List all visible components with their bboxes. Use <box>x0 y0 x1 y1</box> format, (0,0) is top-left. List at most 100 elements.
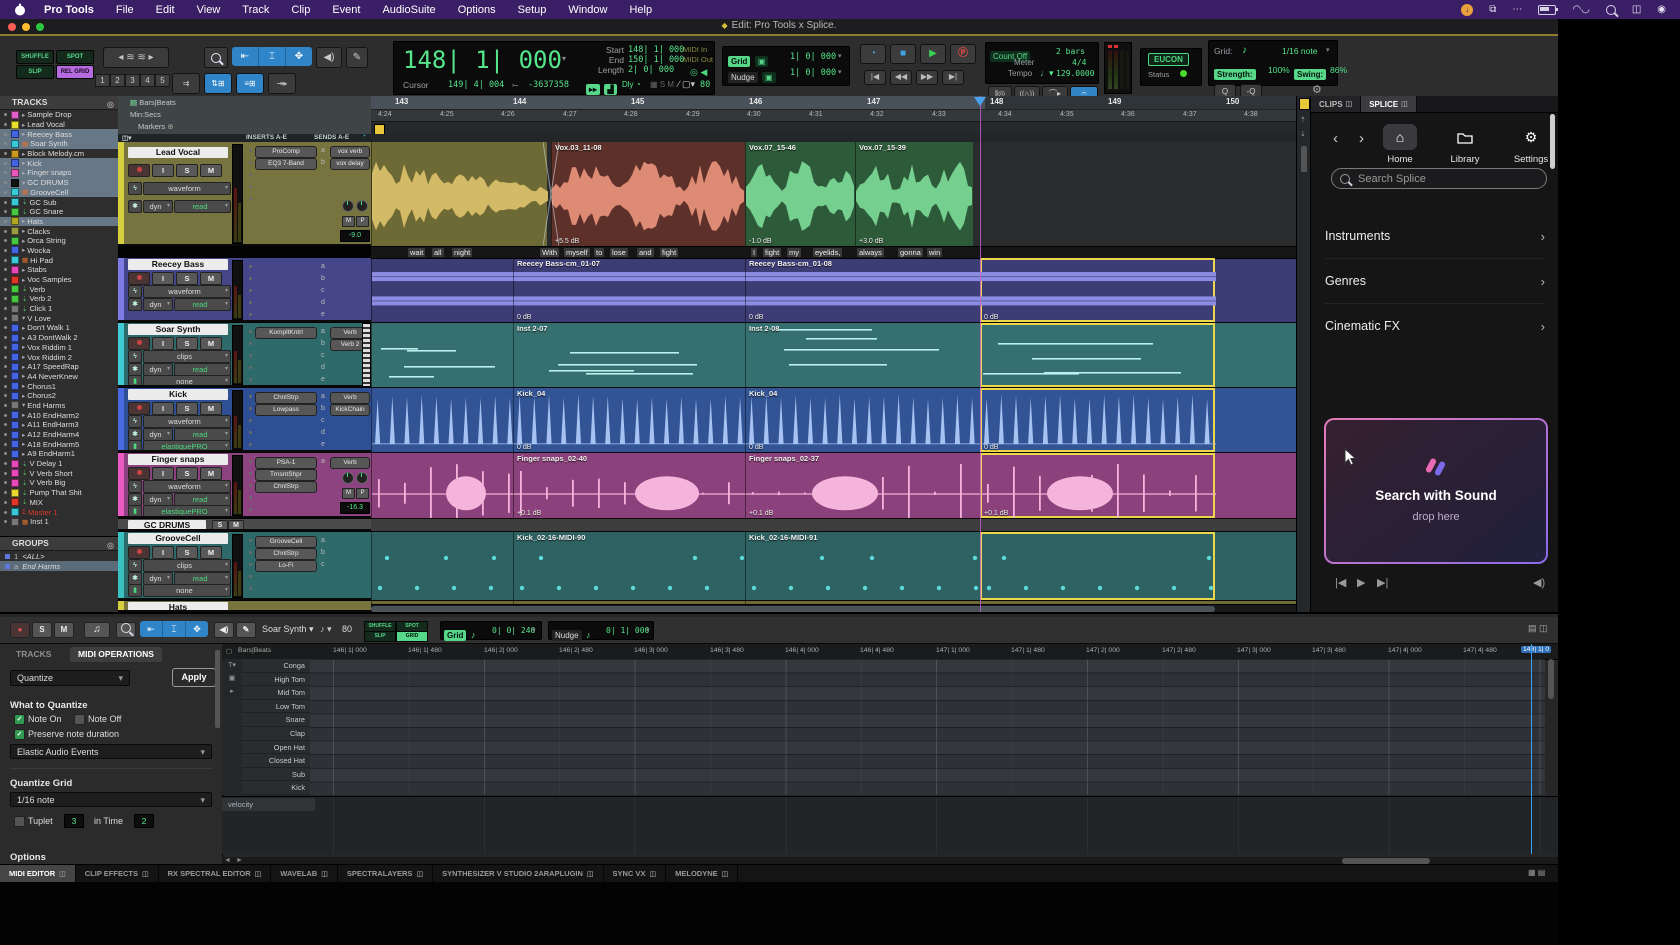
track-header-kick[interactable]: KickISMϟwaveform✱dynread▮elastiquePROChn… <box>118 388 371 452</box>
track-show-dot[interactable] <box>4 433 7 436</box>
track-view-selector[interactable]: waveform <box>143 415 231 428</box>
drum-lane-name[interactable]: Clap <box>242 727 310 741</box>
edit-mode-spot[interactable]: SPOT <box>56 50 94 64</box>
fast-forward-button[interactable]: ▶▶ <box>916 70 938 85</box>
volume-icon[interactable]: ◀) <box>1533 576 1545 589</box>
drum-lane-name[interactable]: Conga <box>242 659 310 673</box>
track-show-dot[interactable] <box>4 346 7 349</box>
audio-clip[interactable] <box>371 258 513 322</box>
lyric-clip[interactable]: my <box>787 248 801 257</box>
send-slot[interactable]: Verb <box>330 457 370 469</box>
audio-clip[interactable]: Inst 2-08 <box>745 323 980 387</box>
zoom-toggle-buttons[interactable]: ⇉ <box>172 73 200 94</box>
delay-compensation[interactable]: Dly ◔ <box>622 80 641 89</box>
lyric-clip[interactable]: win <box>927 248 942 257</box>
audio-clip[interactable]: Kick_02-16-MIDI-91 <box>745 532 980 600</box>
drum-lane-name[interactable]: Kick <box>242 781 310 795</box>
splice-search[interactable] <box>1331 168 1547 189</box>
automation-mode-selector[interactable]: read <box>174 298 231 311</box>
grid-note-value[interactable]: 1/16 note <box>1282 46 1317 56</box>
side-panel-tab[interactable]: CLIPS◫ <box>1311 96 1361 112</box>
track-list-item[interactable]: ⇣ V Delay 1 <box>0 459 118 469</box>
lyric-clip[interactable]: and <box>637 248 654 257</box>
mute-button[interactable]: M <box>228 520 244 531</box>
insert-slot-dot[interactable] <box>249 149 252 152</box>
record-enable-button[interactable] <box>128 272 150 285</box>
track-header-groovecell[interactable]: GrooveCellISMϟclips✱dynread▮noneGrooveCe… <box>118 532 371 600</box>
track-show-dot[interactable] <box>4 152 7 155</box>
tuplet-n-field[interactable]: 3 <box>64 814 84 828</box>
solo-button[interactable]: S <box>212 520 228 531</box>
insert-slot-dot[interactable] <box>249 330 252 333</box>
automation-lane-selector[interactable]: dyn <box>143 200 173 213</box>
menu-item[interactable]: AudioSuite <box>382 4 435 16</box>
track-list-item[interactable]: ▸ Hats <box>0 217 118 227</box>
track-show-dot[interactable] <box>4 278 7 281</box>
lyric-clip[interactable]: to <box>594 248 604 257</box>
audio-clip[interactable] <box>980 323 1215 387</box>
midi-grid-value[interactable]: 0| 0| 240 <box>492 626 535 635</box>
insert-slot-dot[interactable] <box>249 496 252 499</box>
menu-item[interactable]: Event <box>332 4 360 16</box>
track-list-item[interactable]: ▸ A18 EndHarm5 <box>0 439 118 449</box>
edit-tools[interactable]: ⇤⌶✥ <box>232 47 312 66</box>
insert-slot-dot[interactable] <box>249 197 252 200</box>
audio-clip[interactable]: Kick_040 dB <box>745 388 980 452</box>
scrubber-tool[interactable]: ◀) <box>316 47 342 68</box>
lyric-clip[interactable]: fight <box>660 248 678 257</box>
selection-length[interactable]: 2| 0| 000 <box>628 65 674 75</box>
track-show-dot[interactable] <box>4 462 7 465</box>
grid-value[interactable]: 1| 0| 000 <box>790 52 836 62</box>
drum-lane-name[interactable]: Closed Hat <box>242 754 310 768</box>
track-list-item[interactable]: ▸ Chorus2 <box>0 391 118 401</box>
track-view-selector[interactable]: waveform <box>143 480 231 493</box>
edit-mode-shuffle[interactable]: SHUFFLE <box>16 50 54 64</box>
audio-clip[interactable] <box>371 142 547 246</box>
audio-clip[interactable]: Vox.07_15-46-1.0 dB <box>745 142 855 246</box>
send-slot[interactable]: vox verb <box>330 146 370 158</box>
midi-grid-row[interactable]: Grid ♪ <box>444 625 475 643</box>
search-with-sound-card[interactable]: Search with Sound drop here <box>1324 418 1548 564</box>
home-icon[interactable]: ⌂ <box>1383 124 1417 150</box>
track-list-item[interactable]: ⇣ Verb 2 <box>0 294 118 304</box>
menu-item[interactable]: Options <box>458 4 496 16</box>
elastic-audio-selector[interactable]: none <box>143 375 231 387</box>
insert-slot-dot[interactable] <box>249 301 252 304</box>
bottom-window-tab[interactable]: CLIP EFFECTS◫ <box>76 865 159 882</box>
track-show-dot[interactable] <box>4 452 7 455</box>
track-list-item[interactable]: ⇣ Verb <box>0 284 118 294</box>
swing-row[interactable]: Swing: <box>1294 64 1326 82</box>
insert-slot-dot[interactable] <box>249 378 252 381</box>
track-show-dot[interactable] <box>4 288 7 291</box>
track-list-item[interactable]: ▸ Vox Riddim 1 <box>0 343 118 353</box>
nav-settings[interactable]: ⚙ Settings <box>1509 124 1553 165</box>
menu-item[interactable]: Clip <box>291 4 310 16</box>
insert-slot[interactable]: GrooveCell <box>255 536 317 548</box>
grid-dropdown-arrow[interactable]: ▾ <box>838 52 842 60</box>
menu-item[interactable]: Help <box>629 4 652 16</box>
insert-slot[interactable]: PSA-1 <box>255 457 317 469</box>
zoom-waveform-buttons[interactable]: ◂ ≋ ≋ ▸ <box>103 47 169 68</box>
drum-lane-name[interactable]: Snare <box>242 713 310 727</box>
tuplet-checkbox[interactable] <box>14 816 25 827</box>
track-show-dot[interactable] <box>4 113 7 116</box>
audio-clip[interactable] <box>371 453 513 518</box>
track-list-item[interactable]: ▸ Chorus1 <box>0 381 118 391</box>
midi-v-scroll-thumb[interactable] <box>1548 659 1554 699</box>
track-list-item[interactable]: Σ Master 1 <box>0 507 118 517</box>
track-name[interactable]: Hats <box>128 602 228 612</box>
mute-button[interactable]: M <box>200 467 222 480</box>
track-view-selector[interactable]: waveform <box>143 285 231 298</box>
menu-item[interactable]: Track <box>242 4 269 16</box>
track-list-item[interactable]: ▾ End Harms <box>0 401 118 411</box>
scroll-marker-icon[interactable] <box>1299 98 1310 110</box>
track-name[interactable]: Lead Vocal <box>128 147 228 158</box>
track-show-dot[interactable] <box>4 268 7 271</box>
send-pre-button[interactable]: P <box>356 216 369 227</box>
midi-note-grid[interactable] <box>310 659 1545 795</box>
trim-tool[interactable]: ⇤ <box>232 47 259 66</box>
edit-mode-slip[interactable]: SLIP <box>16 65 54 79</box>
menu-item[interactable]: View <box>197 4 221 16</box>
library-folder-icon[interactable] <box>1448 124 1482 150</box>
swing-value[interactable]: 86% <box>1330 65 1347 75</box>
